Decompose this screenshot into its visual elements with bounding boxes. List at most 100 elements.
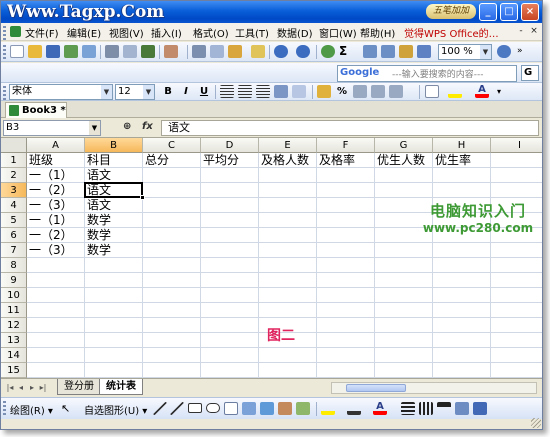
menu-help[interactable]: 帮助(H) <box>360 25 395 40</box>
table-cell[interactable]: 一（3） <box>27 243 85 258</box>
rectangle-icon[interactable] <box>188 403 202 413</box>
table-cell[interactable]: 一（2） <box>27 183 85 198</box>
toolbar-grip[interactable] <box>3 401 6 415</box>
toolbar-options-icon[interactable]: » <box>517 45 531 58</box>
fill-color-icon[interactable] <box>448 85 462 98</box>
oval-icon[interactable] <box>206 403 220 413</box>
fx-icon[interactable]: fx <box>142 121 153 132</box>
format-painter-icon[interactable] <box>251 45 265 58</box>
google-search-input[interactable]: ---输入要搜索的内容--- <box>392 67 514 80</box>
hyperlink-icon[interactable] <box>321 45 335 58</box>
help-icon[interactable] <box>497 45 511 58</box>
chevron-down-icon[interactable]: ▼ <box>101 85 112 99</box>
column-header-i[interactable]: I <box>491 138 542 153</box>
first-sheet-button[interactable]: |◂ <box>5 381 15 394</box>
sheet-tab-statistics[interactable]: 统计表 <box>99 379 143 395</box>
header-cell[interactable]: 及格人数 <box>259 153 317 168</box>
row-header-11[interactable]: 11 <box>1 303 27 318</box>
doc-close-button[interactable]: × <box>528 25 540 38</box>
font-size-select[interactable]: 12 ▼ <box>115 84 155 100</box>
draw-menu-button[interactable]: 绘图(R) ▾ <box>10 402 53 417</box>
column-header-b[interactable]: B <box>85 138 143 153</box>
merge-center-icon[interactable] <box>274 85 288 98</box>
header-cell[interactable]: 平均分 <box>201 153 259 168</box>
row-header-8[interactable]: 8 <box>1 258 27 273</box>
table-cell[interactable]: 一（1） <box>27 213 85 228</box>
chart-wizard-icon[interactable] <box>399 45 413 58</box>
header-cell[interactable]: 优生人数 <box>375 153 433 168</box>
horizontal-scrollbar[interactable] <box>331 382 537 394</box>
header-cell[interactable]: 班级 <box>27 153 85 168</box>
print-icon[interactable] <box>105 45 119 58</box>
spelling-icon[interactable] <box>141 45 155 58</box>
active-cell-selection[interactable] <box>84 182 145 200</box>
formula-input[interactable]: 语文 <box>161 120 539 136</box>
shadow-style-icon[interactable] <box>455 402 469 415</box>
chevron-down-icon[interactable]: ▼ <box>480 45 491 59</box>
merge-dropdown-icon[interactable] <box>292 85 306 98</box>
row-header-15[interactable]: 15 <box>1 363 27 378</box>
align-left-icon[interactable] <box>220 85 234 98</box>
row-header-5[interactable]: 5 <box>1 213 27 228</box>
borders-icon[interactable] <box>425 85 439 98</box>
close-button[interactable]: × <box>521 3 539 21</box>
open-icon[interactable] <box>28 45 42 58</box>
row-header-6[interactable]: 6 <box>1 228 27 243</box>
app-icon[interactable] <box>10 26 21 37</box>
increase-decimal-icon[interactable] <box>371 85 385 98</box>
last-sheet-button[interactable]: ▸| <box>38 381 48 394</box>
column-header-d[interactable]: D <box>201 138 259 153</box>
underline-button[interactable]: U <box>197 85 211 99</box>
column-header-c[interactable]: C <box>143 138 201 153</box>
resize-grip[interactable] <box>531 418 541 428</box>
workbook-tab[interactable]: Book3 * <box>5 102 67 118</box>
align-right-icon[interactable] <box>256 85 270 98</box>
wordart-icon[interactable] <box>242 402 256 415</box>
3d-style-icon[interactable] <box>473 402 487 415</box>
column-header-a[interactable]: A <box>27 138 85 153</box>
italic-button[interactable]: I <box>179 85 193 99</box>
line-icon[interactable] <box>153 402 167 415</box>
prev-sheet-button[interactable]: ◂ <box>16 381 26 394</box>
scrollbar-thumb[interactable] <box>346 384 406 392</box>
row-header-7[interactable]: 7 <box>1 243 27 258</box>
chevron-down-icon[interactable]: ▼ <box>143 85 154 99</box>
autoshapes-menu-button[interactable]: 自选图形(U) ▾ <box>84 402 147 417</box>
menu-file[interactable]: 文件(F) <box>25 25 59 40</box>
textbox-icon[interactable] <box>224 402 238 415</box>
table-cell[interactable]: 数学 <box>85 243 143 258</box>
table-cell[interactable]: 一（2） <box>27 228 85 243</box>
menu-view[interactable]: 视图(V) <box>109 25 144 40</box>
row-header-2[interactable]: 2 <box>1 168 27 183</box>
row-header-14[interactable]: 14 <box>1 348 27 363</box>
worksheet-grid[interactable]: A B C D E F G H I 1 2 3 4 5 6 7 8 9 10 11 12 13 14 15 班级 科目 总分 平均分及… <box>1 138 542 378</box>
save-icon[interactable] <box>46 45 60 58</box>
minimize-button[interactable]: _ <box>479 3 497 21</box>
row-header-13[interactable]: 13 <box>1 333 27 348</box>
arrow-style-icon[interactable] <box>437 402 451 415</box>
chevron-down-icon[interactable]: ▼ <box>89 121 100 135</box>
fill-handle[interactable] <box>140 195 145 200</box>
permission-icon[interactable] <box>64 45 78 58</box>
undo-icon[interactable] <box>274 45 288 58</box>
decrease-decimal-icon[interactable] <box>389 85 403 98</box>
header-cell[interactable]: 及格率 <box>317 153 375 168</box>
toolbar-grip[interactable] <box>3 86 6 100</box>
column-header-h[interactable]: H <box>433 138 491 153</box>
name-box[interactable]: B3 ▼ <box>3 120 101 136</box>
menu-insert[interactable]: 插入(I) <box>151 25 182 40</box>
line-style-icon[interactable] <box>401 402 415 415</box>
chevron-down-icon[interactable]: ▾ <box>497 85 511 98</box>
traditional-chinese-icon[interactable] <box>164 45 178 58</box>
email-icon[interactable] <box>82 45 96 58</box>
doc-minimize-button[interactable]: - <box>515 25 527 38</box>
table-cell[interactable]: 语文 <box>85 198 143 213</box>
column-header-g[interactable]: G <box>375 138 433 153</box>
row-header-1[interactable]: 1 <box>1 153 27 168</box>
menu-format[interactable]: 格式(O) <box>193 25 229 40</box>
row-header-10[interactable]: 10 <box>1 288 27 303</box>
magnifier-icon[interactable]: ⊕ <box>123 121 131 132</box>
maximize-button[interactable]: □ <box>500 3 518 21</box>
table-cell[interactable]: 一（1） <box>27 168 85 183</box>
toolbar-grip[interactable] <box>3 45 6 59</box>
